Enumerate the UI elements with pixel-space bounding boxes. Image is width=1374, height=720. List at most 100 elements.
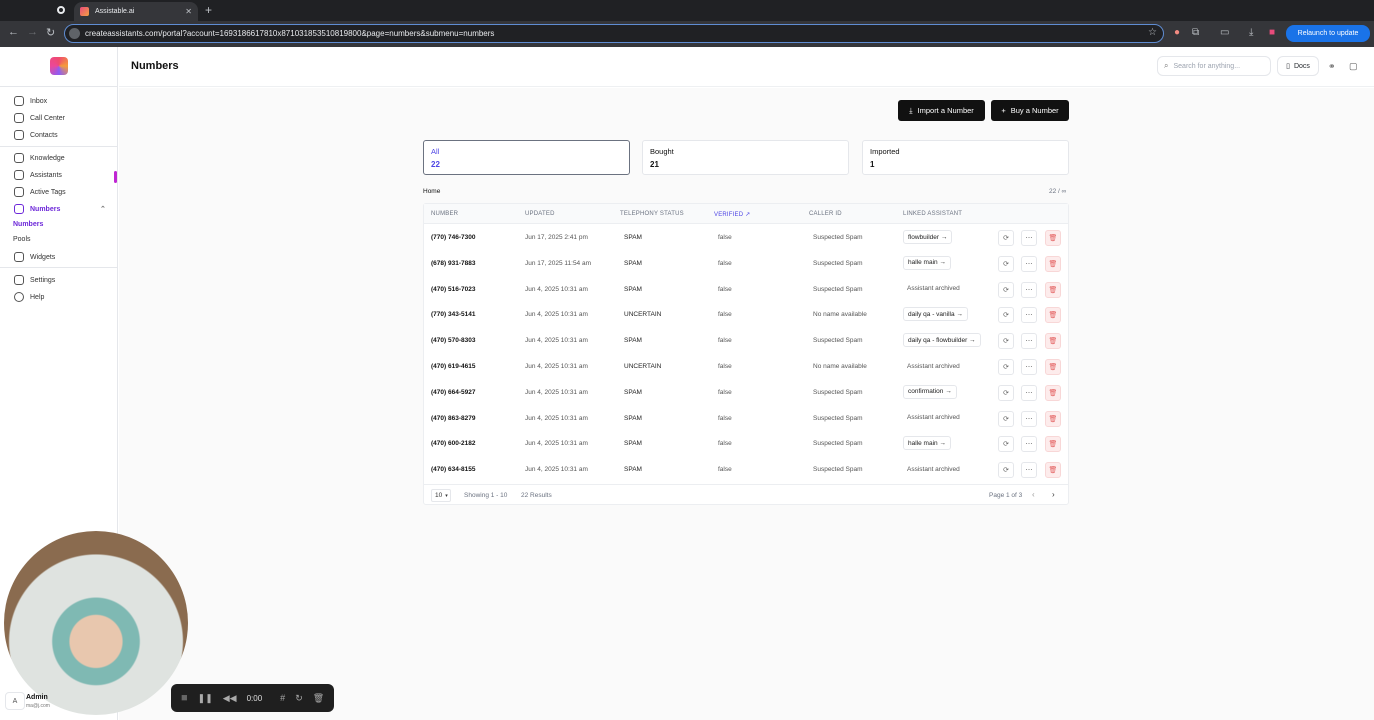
chevron-up-icon[interactable]: ⌃ xyxy=(100,205,106,213)
profile-icon[interactable]: ■ xyxy=(1269,27,1275,38)
delete-icon[interactable]: 🗑 xyxy=(1045,281,1061,298)
summary-card-imported[interactable]: Imported 1 xyxy=(862,140,1069,175)
linked-assistant[interactable]: daily qa - vanilla → xyxy=(903,307,968,322)
refresh-icon[interactable]: ⟳ xyxy=(998,255,1014,272)
linked-assistant[interactable]: flowbuilder → xyxy=(903,230,953,244)
delete-icon[interactable]: 🗑 xyxy=(1045,230,1061,246)
delete-icon[interactable]: 🗑 xyxy=(1045,384,1061,401)
breadcrumb[interactable]: Home xyxy=(423,188,440,195)
more-options-icon[interactable]: ⋯ xyxy=(1021,410,1037,427)
summary-card-all[interactable]: All 22 xyxy=(423,140,630,175)
submenu-item-numbers[interactable]: Numbers xyxy=(13,221,43,228)
refresh-icon[interactable]: ⟳ xyxy=(998,462,1014,479)
pause-icon[interactable]: ❚❚ xyxy=(198,693,213,704)
table-row[interactable]: (470) 863-8279 Jun 4, 2025 10:31 am SPAM fa… xyxy=(424,406,1068,432)
column-header-verified[interactable]: VERIFIED ↗ xyxy=(714,211,750,218)
column-header-linked-assistant[interactable]: LINKED ASSISTANT xyxy=(903,211,962,217)
app-logo[interactable] xyxy=(50,57,68,75)
delete-icon[interactable]: 🗑 xyxy=(1045,462,1061,479)
summary-card-bought[interactable]: Bought 21 xyxy=(642,140,849,175)
delete-icon[interactable]: 🗑 xyxy=(1045,333,1061,350)
back-icon[interactable]: ← xyxy=(8,26,19,38)
restart-icon[interactable]: ↻ xyxy=(295,693,303,704)
phone-number[interactable]: (678) 931-7883 xyxy=(431,260,475,267)
linked-assistant[interactable]: halle main → xyxy=(903,436,951,451)
more-options-icon[interactable]: ⋯ xyxy=(1021,436,1037,453)
new-tab-icon[interactable]: + xyxy=(205,3,212,17)
phone-number[interactable]: (770) 746-7300 xyxy=(431,234,475,241)
delete-icon[interactable]: 🗑 xyxy=(1045,255,1061,272)
more-options-icon[interactable]: ⋯ xyxy=(1021,384,1037,401)
cast-icon[interactable]: ▭ xyxy=(1220,27,1229,38)
delete-icon[interactable]: 🗑 xyxy=(1045,410,1061,427)
table-row[interactable]: (770) 746-7300 Jun 17, 2025 2:41 pm SPAM fa… xyxy=(424,225,1068,251)
linked-assistant[interactable]: halle main → xyxy=(903,255,951,270)
column-header-telephony-status[interactable]: TELEPHONY STATUS xyxy=(620,211,684,217)
recording-tab-icon[interactable] xyxy=(57,6,65,14)
more-options-icon[interactable]: ⋯ xyxy=(1021,255,1037,272)
refresh-icon[interactable]: ⟳ xyxy=(998,307,1014,324)
refresh-icon[interactable]: ⟳ xyxy=(998,436,1014,453)
refresh-icon[interactable]: ⟳ xyxy=(998,333,1014,350)
more-options-icon[interactable]: ⋯ xyxy=(1021,359,1037,375)
more-options-icon[interactable]: ⋯ xyxy=(1021,307,1037,324)
site-info-icon[interactable] xyxy=(69,28,80,39)
rewind-icon[interactable]: ◀◀ xyxy=(223,693,237,704)
column-header-number[interactable]: NUMBER xyxy=(431,211,458,217)
refresh-icon[interactable]: ⟳ xyxy=(998,230,1014,246)
phone-number[interactable]: (470) 863-8279 xyxy=(431,415,475,422)
search-input[interactable]: ⌕ Search for anything... xyxy=(1157,56,1271,76)
phone-number[interactable]: (470) 516-7023 xyxy=(431,286,475,293)
table-row[interactable]: (470) 516-7023 Jun 4, 2025 10:31 am SPAM fa… xyxy=(424,277,1068,303)
sidebar-item-help[interactable]: Help xyxy=(14,292,44,302)
sidebar-item-inbox[interactable]: Inbox xyxy=(14,96,47,106)
submenu-item-pools[interactable]: Pools xyxy=(13,236,31,243)
reload-icon[interactable]: ↻ xyxy=(46,26,55,39)
stop-icon[interactable]: ■ xyxy=(181,692,188,704)
phone-number[interactable]: (470) 664-5927 xyxy=(431,389,475,396)
grid-icon[interactable]: # xyxy=(280,693,285,703)
phone-number[interactable]: (470) 570-8303 xyxy=(431,337,475,344)
sidebar-item-active-tags[interactable]: Active Tags xyxy=(14,187,66,197)
relaunch-button[interactable]: Relaunch to update xyxy=(1286,25,1370,42)
table-row[interactable]: (470) 664-5927 Jun 4, 2025 10:31 am SPAM fa… xyxy=(424,380,1068,406)
close-tab-icon[interactable]: ✕ xyxy=(185,7,192,16)
delete-icon[interactable]: 🗑 xyxy=(1045,359,1061,375)
delete-icon[interactable]: 🗑 xyxy=(1045,307,1061,324)
column-header-updated[interactable]: UPDATED xyxy=(525,211,555,217)
column-header-caller-id[interactable]: CALLER ID xyxy=(809,211,842,217)
forward-icon[interactable]: → xyxy=(27,26,38,38)
address-bar[interactable]: createassistants.com/portal?account=1693… xyxy=(64,24,1164,43)
extensions-icon[interactable]: ⧉ xyxy=(1192,27,1199,38)
table-row[interactable]: (470) 619-4615 Jun 4, 2025 10:31 am UNCERT… xyxy=(424,354,1068,380)
refresh-icon[interactable]: ⟳ xyxy=(998,410,1014,427)
linked-assistant[interactable]: confirmation → xyxy=(903,384,957,399)
avatar[interactable]: A xyxy=(5,692,25,710)
phone-number[interactable]: (470) 619-4615 xyxy=(431,363,475,370)
more-options-icon[interactable]: ⋯ xyxy=(1021,281,1037,298)
import-number-button[interactable]: ⤓ Import a Number xyxy=(898,100,985,121)
sidebar-item-call-center[interactable]: Call Center xyxy=(14,113,65,123)
sidebar-item-widgets[interactable]: Widgets xyxy=(14,252,55,262)
refresh-icon[interactable]: ⟳ xyxy=(998,281,1014,298)
sidebar-item-settings[interactable]: Settings xyxy=(14,275,55,285)
phone-number[interactable]: (470) 600-2182 xyxy=(431,440,475,447)
refresh-icon[interactable]: ⟳ xyxy=(998,384,1014,401)
next-page-icon[interactable]: › xyxy=(1052,490,1055,499)
docs-button[interactable]: ▯ Docs xyxy=(1277,56,1319,76)
trash-icon[interactable]: 🗑 xyxy=(313,693,324,704)
table-row[interactable]: (470) 634-8155 Jun 4, 2025 10:31 am SPAM fa… xyxy=(424,457,1068,483)
url-text[interactable]: createassistants.com/portal?account=1693… xyxy=(85,29,494,38)
per-page-select[interactable]: 10 ▾ xyxy=(431,489,451,502)
more-options-icon[interactable]: ⋯ xyxy=(1021,462,1037,479)
table-row[interactable]: (470) 570-8303 Jun 4, 2025 10:31 am SPAM fa… xyxy=(424,328,1068,354)
bookmark-star-icon[interactable]: ☆ xyxy=(1148,27,1157,38)
extension-badge-icon[interactable]: ● xyxy=(1174,27,1180,38)
sidebar-item-contacts[interactable]: Contacts xyxy=(14,130,58,140)
more-options-icon[interactable]: ⋯ xyxy=(1021,333,1037,350)
table-row[interactable]: (770) 343-5141 Jun 4, 2025 10:31 am UNCERT… xyxy=(424,302,1068,328)
download-icon[interactable]: ⤓ xyxy=(1249,27,1253,38)
previous-page-icon[interactable]: ‹ xyxy=(1032,490,1035,499)
delete-icon[interactable]: 🗑 xyxy=(1045,436,1061,453)
more-options-icon[interactable]: ⋯ xyxy=(1021,230,1037,246)
